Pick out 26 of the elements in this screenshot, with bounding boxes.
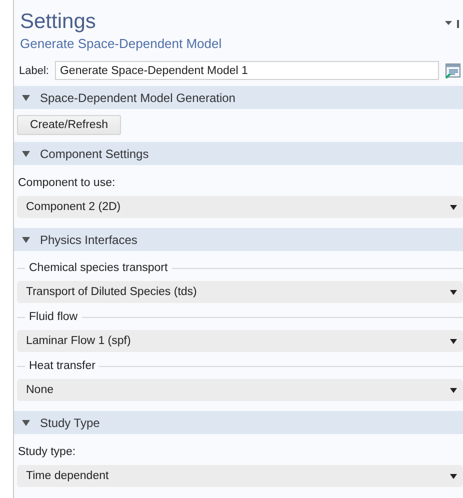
caret-icon [450,204,457,210]
dropdown[interactable]: Laminar Flow 1 (spf) [17,330,463,352]
label-field[interactable]: Generate Space-Dependent Model 1 [54,61,439,80]
menu-caret-icon[interactable] [445,20,459,28]
dropdown[interactable]: Time dependent [17,465,463,487]
section-header[interactable]: Component Settings [14,142,463,165]
group-label: Heat transfer [29,360,96,372]
caret-icon [450,474,457,478]
panel-subtitle: Generate Space-Dependent Model [20,36,223,51]
create-refresh-button[interactable]: Create/Refresh [17,115,121,135]
group-label: Fluid flow [29,311,78,323]
group-label: Chemical species transport [29,262,168,274]
caret-icon [450,290,457,294]
section-header[interactable]: Study Type [14,411,463,434]
dropdown[interactable]: None [17,379,463,401]
field-label: Label: [19,64,49,76]
field-label: Component to use: [17,176,116,191]
comment-icon[interactable] [445,62,461,78]
caret-icon [450,388,457,392]
panel-title: Settings [20,10,97,34]
field-label: Study type: [17,445,77,460]
section-header[interactable]: Space-Dependent Model Generation [14,86,463,109]
dropdown[interactable]: Transport of Diluted Species (tds) [17,281,463,303]
dropdown[interactable]: Component 2 (2D) [17,196,463,218]
caret-icon [450,338,457,344]
section-header[interactable]: Physics Interfaces [14,228,463,251]
